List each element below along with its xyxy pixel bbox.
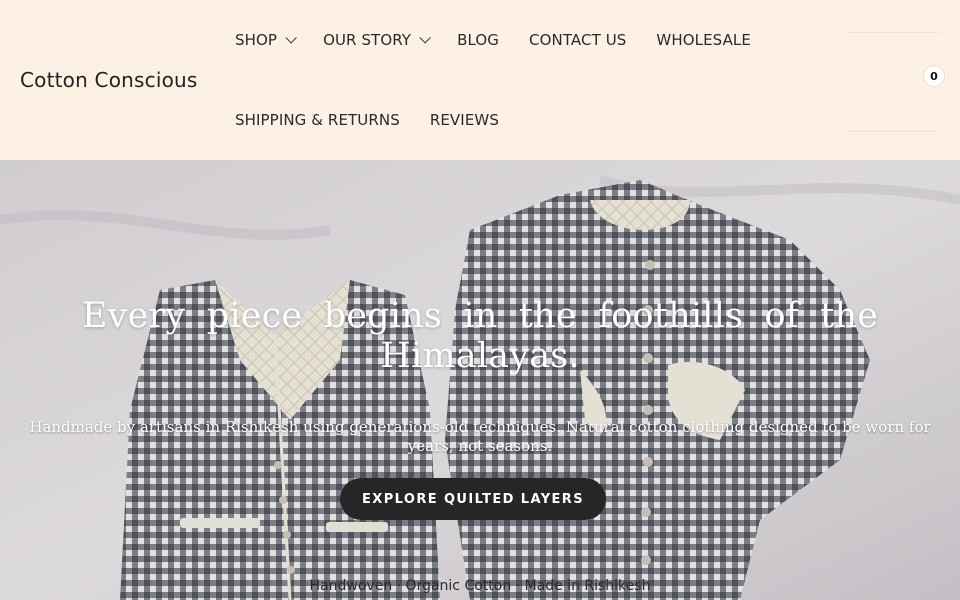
nav-shop[interactable]: SHOP	[235, 31, 297, 49]
nav-wholesale[interactable]: WHOLESALE	[656, 31, 751, 49]
hero-banner: Every piece begins in the foothills of t…	[0, 160, 960, 600]
nav-shop-label: SHOP	[235, 31, 278, 49]
nav-contact-us-label: CONTACT US	[529, 31, 627, 49]
cart-count-badge: 0	[924, 66, 944, 86]
nav-blog[interactable]: BLOG	[457, 31, 499, 49]
hero-title: Every piece begins in the foothills of t…	[81, 296, 879, 376]
nav-reviews[interactable]: REVIEWS	[430, 111, 499, 129]
hero-overlay	[0, 160, 960, 600]
chevron-down-icon	[285, 32, 297, 44]
brand-logo[interactable]: Cotton Conscious	[20, 68, 198, 92]
hero-subtitle: Handmade by artisans in Rishikesh using …	[29, 418, 931, 455]
nav-contact-us[interactable]: CONTACT US	[529, 31, 626, 49]
nav-reviews-label: REVIEWS	[429, 111, 499, 129]
chevron-down-icon	[419, 32, 431, 44]
hero-tagline: Handwoven · Organic Cotton · Made in Ris…	[309, 578, 651, 594]
site-header: Cotton Conscious SHOP OUR STORY BLOG CON…	[0, 0, 960, 160]
nav-shipping-returns[interactable]: SHIPPING & RETURNS	[235, 111, 400, 129]
nav-our-story-label: OUR STORY	[323, 31, 412, 49]
nav-shipping-returns-label: SHIPPING & RETURNS	[235, 111, 400, 129]
primary-nav-row-1: SHOP OUR STORY BLOG CONTACT US WHOLESALE	[235, 30, 781, 50]
explore-quilted-layers-button[interactable]: EXPLORE QUILTED LAYERS	[340, 478, 606, 520]
nav-our-story[interactable]: OUR STORY	[323, 31, 431, 49]
nav-blog-label: BLOG	[457, 31, 500, 49]
primary-nav-row-2: SHIPPING & RETURNS REVIEWS	[235, 110, 529, 130]
nav-wholesale-label: WHOLESALE	[656, 31, 751, 49]
